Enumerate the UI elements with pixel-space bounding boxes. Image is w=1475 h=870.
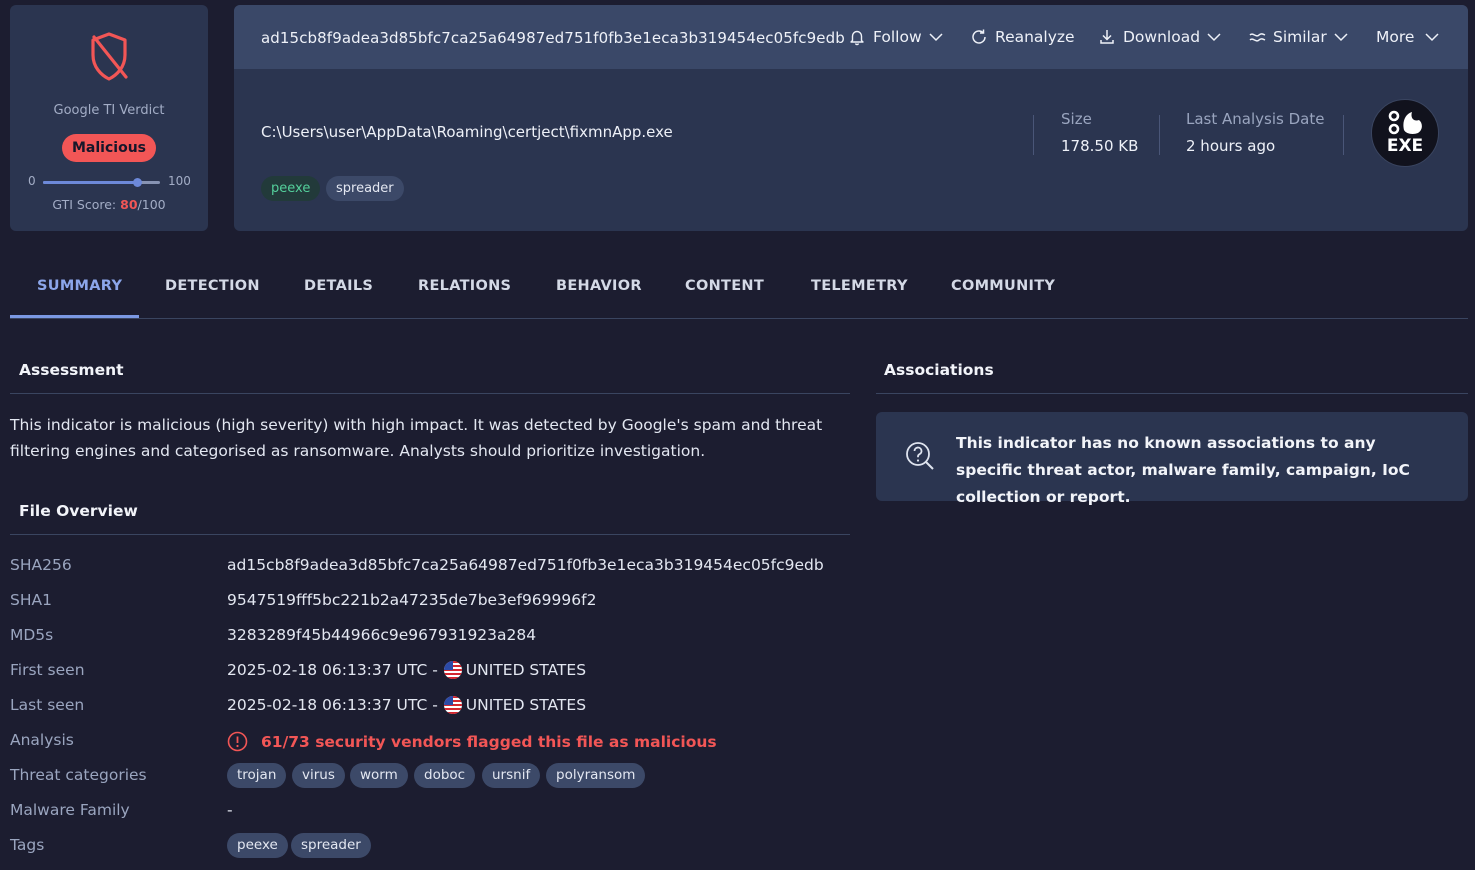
score-max: 100 bbox=[168, 174, 191, 188]
tag-peexe[interactable]: peexe bbox=[261, 176, 321, 201]
refresh-icon bbox=[970, 28, 990, 46]
file-path: C:\Users\user\AppData\Roaming\certject\f… bbox=[261, 123, 673, 141]
threat-tag-virus[interactable]: virus bbox=[292, 763, 345, 788]
threat-tag-polyransom[interactable]: polyransom bbox=[546, 763, 646, 788]
verdict-label: Google TI Verdict bbox=[53, 103, 165, 118]
gti-score-suffix: /100 bbox=[137, 197, 166, 212]
file-hash[interactable]: ad15cb8f9adea3d85bfc7ca25a64987ed751f0fb… bbox=[261, 29, 845, 47]
analysis-row[interactable]: 61/73 security vendors flagged this file… bbox=[227, 731, 717, 752]
us-flag-icon bbox=[443, 696, 462, 714]
last-analysis-label: Last Analysis Date bbox=[1186, 110, 1325, 128]
reanalyze-label: Reanalyze bbox=[995, 28, 1075, 46]
score-bar-fill bbox=[43, 181, 137, 184]
associations-heading: Associations bbox=[884, 361, 994, 379]
us-flag-icon bbox=[443, 661, 462, 679]
chevron-down-icon bbox=[1333, 32, 1349, 42]
tab-behavior[interactable]: BEHAVIOR bbox=[556, 278, 642, 294]
more-button[interactable]: More bbox=[1376, 28, 1440, 46]
alert-circle-icon bbox=[227, 731, 248, 752]
file-overview-heading: File Overview bbox=[19, 502, 138, 520]
threat-tag-worm[interactable]: worm bbox=[350, 763, 408, 788]
approx-equal-icon bbox=[1248, 28, 1268, 46]
sha1-label: SHA1 bbox=[10, 591, 52, 609]
tab-community[interactable]: COMMUNITY bbox=[951, 278, 1055, 294]
malware-family-label: Malware Family bbox=[10, 801, 130, 819]
gti-score-prefix: GTI Score: bbox=[52, 197, 121, 212]
sha256-value[interactable]: ad15cb8f9adea3d85bfc7ca25a64987ed751f0fb… bbox=[227, 556, 824, 574]
threat-categories-label: Threat categories bbox=[10, 766, 147, 784]
divider bbox=[1159, 115, 1160, 155]
similar-button[interactable]: Similar bbox=[1248, 28, 1349, 46]
tab-relations[interactable]: RELATIONS bbox=[418, 278, 511, 294]
tab-telemetry[interactable]: TELEMETRY bbox=[811, 278, 908, 294]
tag-spreader[interactable]: spreader bbox=[291, 833, 371, 858]
divider bbox=[876, 393, 1468, 394]
last-seen-value: 2025-02-18 06:13:37 UTC - bbox=[227, 696, 438, 714]
search-question-icon bbox=[904, 440, 936, 476]
sha1-value[interactable]: 9547519fff5bc221b2a47235de7be3ef969996f2 bbox=[227, 591, 596, 609]
tag-spreader[interactable]: spreader bbox=[326, 176, 404, 201]
chevron-down-icon bbox=[1424, 32, 1440, 42]
score-min: 0 bbox=[28, 174, 36, 188]
last-analysis-value: 2 hours ago bbox=[1186, 137, 1276, 155]
first-seen-label: First seen bbox=[10, 661, 85, 679]
download-label: Download bbox=[1123, 28, 1201, 46]
tags-label: Tags bbox=[10, 836, 45, 854]
shield-off-icon bbox=[90, 31, 128, 85]
exe-filetype-icon: EXE bbox=[1371, 99, 1439, 167]
divider bbox=[1343, 115, 1344, 155]
analysis-label: Analysis bbox=[10, 731, 74, 749]
associations-text: This indicator has no known associations… bbox=[956, 434, 1410, 506]
threat-tag-trojan[interactable]: trojan bbox=[227, 763, 287, 788]
header-toolbar: ad15cb8f9adea3d85bfc7ca25a64987ed751f0fb… bbox=[234, 5, 1468, 69]
more-label: More bbox=[1376, 28, 1415, 46]
follow-label: Follow bbox=[873, 28, 922, 46]
assessment-heading: Assessment bbox=[19, 361, 124, 379]
download-icon bbox=[1098, 28, 1118, 46]
md5-value[interactable]: 3283289f45b44966c9e967931923a284 bbox=[227, 626, 536, 644]
score-bar-knob bbox=[132, 178, 142, 187]
md5-label: MD5s bbox=[10, 626, 54, 644]
chevron-down-icon bbox=[928, 32, 944, 42]
last-seen-row: 2025-02-18 06:13:37 UTC - UNITED STATES bbox=[227, 696, 586, 714]
bell-icon bbox=[848, 28, 868, 46]
tab-summary[interactable]: SUMMARY bbox=[37, 278, 122, 294]
first-seen-value: 2025-02-18 06:13:37 UTC - bbox=[227, 661, 438, 679]
first-seen-row: 2025-02-18 06:13:37 UTC - UNITED STATES bbox=[227, 661, 586, 679]
associations-notice: This indicator has no known associations… bbox=[876, 412, 1468, 506]
tab-details[interactable]: DETAILS bbox=[304, 278, 373, 294]
threat-tag-doboc[interactable]: doboc bbox=[414, 763, 476, 788]
size-label: Size bbox=[1061, 110, 1092, 128]
file-header-card: ad15cb8f9adea3d85bfc7ca25a64987ed751f0fb… bbox=[234, 5, 1468, 231]
divider bbox=[10, 393, 850, 394]
analysis-value: 61/73 security vendors flagged this file… bbox=[261, 732, 717, 751]
gti-score: GTI Score: 80/100 bbox=[10, 197, 208, 212]
tab-detection[interactable]: DETECTION bbox=[165, 278, 260, 294]
download-button[interactable]: Download bbox=[1098, 28, 1222, 46]
tab-bar: SUMMARY DETECTION DETAILS RELATIONS BEHA… bbox=[10, 262, 1468, 319]
score-bar bbox=[43, 178, 160, 187]
active-tab-indicator bbox=[10, 315, 139, 318]
size-value: 178.50 KB bbox=[1061, 137, 1139, 155]
malware-family-value: - bbox=[227, 801, 233, 819]
first-seen-country: UNITED STATES bbox=[465, 661, 587, 679]
filetype-label: EXE bbox=[1386, 136, 1424, 156]
assessment-text: This indicator is malicious (high severi… bbox=[10, 416, 823, 460]
gti-score-value: 80 bbox=[120, 197, 138, 212]
tab-content[interactable]: CONTENT bbox=[685, 278, 764, 294]
similar-label: Similar bbox=[1273, 28, 1327, 46]
chevron-down-icon bbox=[1206, 32, 1222, 42]
divider bbox=[10, 534, 850, 535]
last-seen-label: Last seen bbox=[10, 696, 85, 714]
follow-button[interactable]: Follow bbox=[848, 28, 944, 46]
sha256-label: SHA256 bbox=[10, 556, 72, 574]
threat-tag-ursnif[interactable]: ursnif bbox=[482, 763, 541, 788]
verdict-card: Google TI Verdict Malicious 0 100 GTI Sc… bbox=[10, 5, 208, 231]
divider bbox=[1033, 115, 1034, 155]
last-seen-country: UNITED STATES bbox=[465, 696, 587, 714]
verdict-badge: Malicious bbox=[62, 134, 156, 162]
reanalyze-button[interactable]: Reanalyze bbox=[970, 28, 1075, 46]
tag-peexe[interactable]: peexe bbox=[227, 833, 288, 858]
